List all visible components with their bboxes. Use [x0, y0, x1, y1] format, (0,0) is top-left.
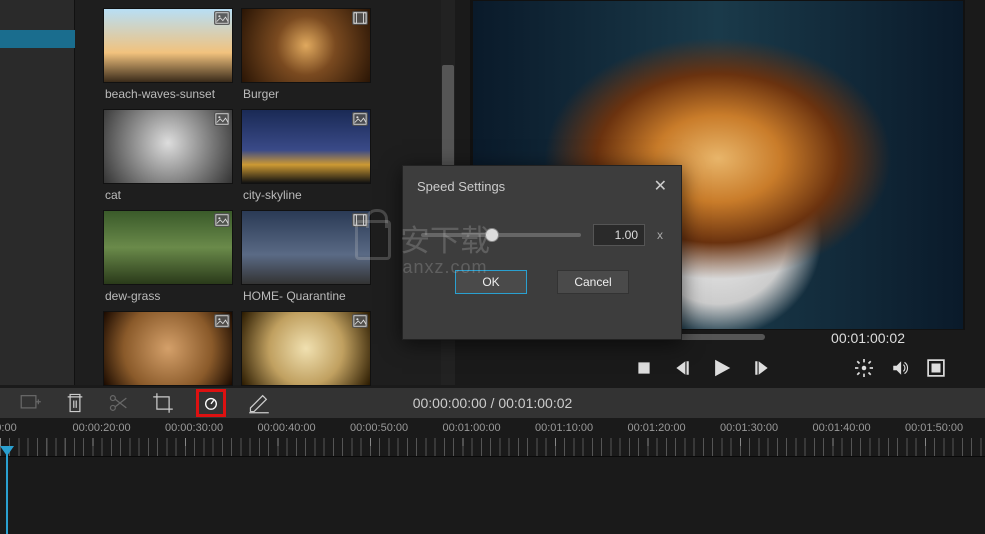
- media-thumb[interactable]: cat: [103, 109, 233, 204]
- media-thumb[interactable]: Burger: [241, 8, 371, 103]
- ruler-label: 00:01:40:00: [813, 422, 871, 434]
- video-icon: [352, 11, 368, 25]
- image-icon: [214, 11, 230, 25]
- speed-slider-knob[interactable]: [485, 228, 499, 242]
- ruler-label: 00:01:00:00: [443, 422, 501, 434]
- image-icon: [214, 213, 230, 227]
- video-icon: [352, 213, 368, 227]
- timeline-total-time: 00:01:00:02: [498, 395, 572, 411]
- image-icon: [352, 314, 368, 328]
- ruler-label: 00:01:20:00: [628, 422, 686, 434]
- media-thumb[interactable]: [241, 311, 371, 392]
- trash-icon[interactable]: [64, 392, 86, 414]
- media-thumb-label: beach-waves-sunset: [103, 83, 233, 103]
- media-thumb[interactable]: dew-grass: [103, 210, 233, 305]
- play-button[interactable]: [711, 357, 733, 379]
- media-panel: beach-waves-sunset Burger cat city-skyli…: [75, 0, 455, 385]
- speed-slider[interactable]: [421, 233, 581, 237]
- preview-controls: [470, 352, 965, 384]
- media-thumb-label: Burger: [241, 83, 371, 103]
- media-thumb-label: dew-grass: [103, 285, 233, 305]
- media-thumb[interactable]: beach-waves-sunset: [103, 8, 233, 103]
- speed-unit: x: [657, 228, 663, 242]
- next-frame-button[interactable]: [753, 359, 771, 377]
- ruler-label: 00:00:40:00: [258, 422, 316, 434]
- timeline-ruler[interactable]: 0:10:0000:00:20:0000:00:30:0000:00:40:00…: [0, 418, 985, 456]
- close-icon[interactable]: ✕: [654, 176, 667, 196]
- timeline-current-time: 00:00:00:00: [413, 395, 487, 411]
- cancel-button[interactable]: Cancel: [557, 270, 629, 294]
- left-tab-active[interactable]: [0, 30, 75, 48]
- ruler-label: 00:00:20:00: [73, 422, 131, 434]
- ruler-label: 00:00:30:00: [165, 422, 223, 434]
- media-thumb[interactable]: city-skyline: [241, 109, 371, 204]
- image-icon: [214, 314, 230, 328]
- settings-icon[interactable]: [855, 359, 873, 377]
- prev-frame-button[interactable]: [673, 359, 691, 377]
- fullscreen-icon[interactable]: [927, 359, 945, 377]
- left-tab-rail: [0, 0, 75, 385]
- dialog-title: Speed Settings: [417, 179, 505, 194]
- preview-total-time: 00:01:00:02: [831, 330, 905, 346]
- media-thumb[interactable]: HOME- Quarantine: [241, 210, 371, 305]
- crop-icon[interactable]: [152, 392, 174, 414]
- ruler-label: 00:00:50:00: [350, 422, 408, 434]
- image-icon: [352, 112, 368, 126]
- ruler-label: 00:01:10:00: [535, 422, 593, 434]
- media-thumb-label: city-skyline: [241, 184, 371, 204]
- timeline-status: 00:00:00:00 / 00:01:00:02: [413, 395, 573, 411]
- ok-button[interactable]: OK: [455, 270, 527, 294]
- ruler-label: 00:01:50:00: [905, 422, 963, 434]
- volume-icon[interactable]: [891, 359, 909, 377]
- timeline-tracks[interactable]: [0, 456, 985, 528]
- split-icon[interactable]: [108, 392, 130, 414]
- media-thumb[interactable]: [103, 311, 233, 392]
- playhead[interactable]: [0, 418, 14, 528]
- add-to-timeline-button[interactable]: [20, 392, 42, 414]
- edit-icon[interactable]: [248, 392, 270, 414]
- timeline-toolbar: 00:00:00:00 / 00:01:00:02: [0, 388, 985, 418]
- speed-settings-dialog: Speed Settings ✕ x OK Cancel: [402, 165, 682, 340]
- image-icon: [214, 112, 230, 126]
- media-thumb-label: cat: [103, 184, 233, 204]
- media-thumb-label: HOME- Quarantine: [241, 285, 371, 305]
- ruler-label: 00:01:30:00: [720, 422, 778, 434]
- stop-button[interactable]: [635, 359, 653, 377]
- speed-input[interactable]: [593, 224, 645, 246]
- speed-icon[interactable]: [196, 389, 226, 417]
